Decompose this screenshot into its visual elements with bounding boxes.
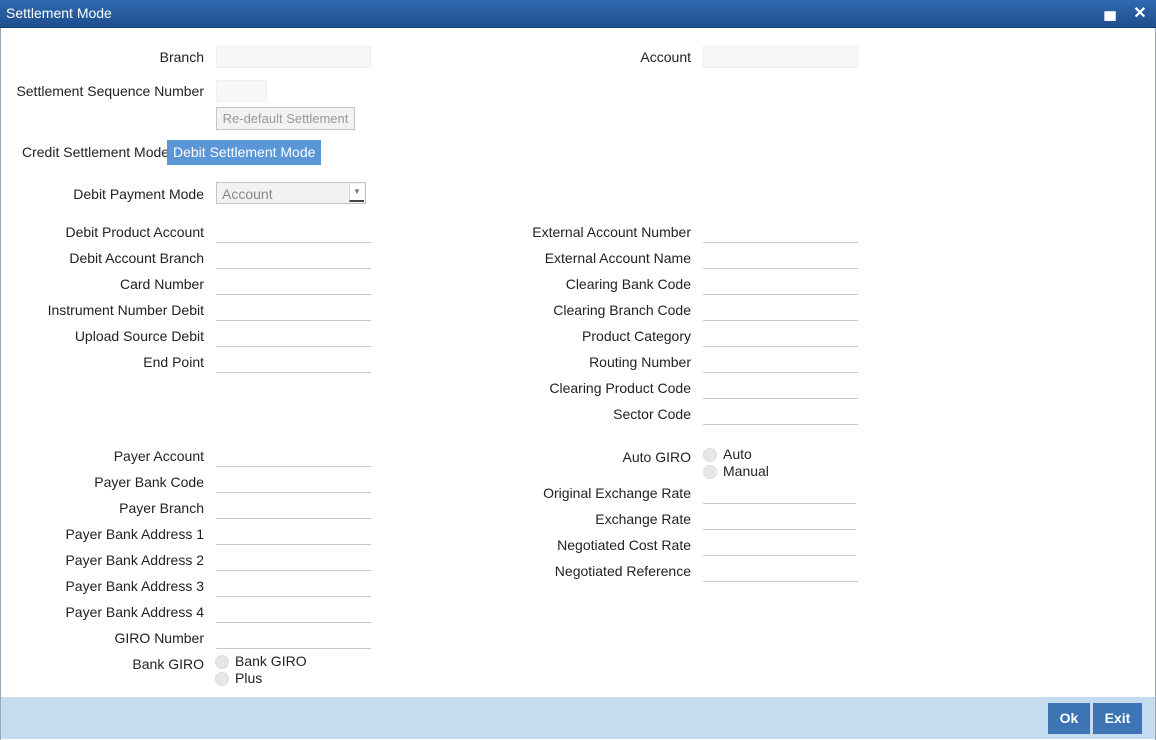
sector-code-label: Sector Code — [613, 406, 691, 422]
payer-account-field[interactable] — [216, 466, 371, 467]
ok-button[interactable]: Ok — [1048, 703, 1090, 734]
redefault-settlement-button[interactable]: Re-default Settlement — [216, 107, 355, 130]
external-account-name-label: External Account Name — [544, 250, 691, 266]
external-account-name-field[interactable] — [703, 268, 858, 269]
close-icon[interactable]: ✕ — [1129, 3, 1151, 23]
payer-bank-address-2-label: Payer Bank Address 2 — [65, 552, 204, 568]
branch-label: Branch — [159, 49, 204, 65]
tab-debit-settlement-mode[interactable]: Debit Settlement Mode — [167, 140, 322, 165]
clearing-bank-code-field[interactable] — [703, 294, 858, 295]
payer-bank-address-1-field[interactable] — [216, 544, 371, 545]
product-category-label: Product Category — [582, 328, 691, 344]
settlement-sequence-field[interactable] — [216, 80, 267, 102]
branch-field[interactable] — [216, 46, 371, 68]
instrument-number-debit-label: Instrument Number Debit — [47, 302, 204, 318]
plus-option-label: Plus — [235, 670, 263, 686]
external-account-number-field[interactable] — [703, 242, 858, 243]
card-number-label: Card Number — [119, 276, 204, 292]
debit-product-account-label: Debit Product Account — [65, 224, 204, 240]
auto-giro-label: Auto GIRO — [622, 449, 691, 465]
debit-product-account-field[interactable] — [216, 242, 371, 243]
account-field[interactable] — [703, 46, 858, 68]
giro-number-field[interactable] — [216, 648, 371, 649]
routing-number-label: Routing Number — [589, 354, 691, 370]
auto-option-label: Auto — [723, 446, 752, 462]
product-category-field[interactable] — [703, 346, 858, 347]
bank-giro-label: Bank GIRO — [132, 656, 204, 672]
clearing-product-code-field[interactable] — [703, 398, 858, 399]
payer-bank-address-2-field[interactable] — [216, 570, 371, 571]
original-exchange-rate-label: Original Exchange Rate — [543, 485, 691, 501]
bank-giro-option-label: Bank GIRO — [235, 653, 307, 669]
debit-payment-mode-label: Debit Payment Mode — [73, 186, 204, 202]
manual-radio[interactable] — [703, 465, 717, 479]
routing-number-field[interactable] — [703, 372, 858, 373]
negotiated-reference-label: Negotiated Reference — [554, 563, 691, 579]
external-account-number-label: External Account Number — [532, 224, 691, 240]
debit-account-branch-label: Debit Account Branch — [69, 250, 204, 266]
payer-bank-address-3-field[interactable] — [216, 596, 371, 597]
payer-bank-address-4-label: Payer Bank Address 4 — [65, 604, 204, 620]
end-point-label: End Point — [143, 354, 204, 370]
instrument-number-debit-field[interactable] — [216, 320, 371, 321]
minimize-icon[interactable]: ▄ — [1099, 3, 1121, 21]
debit-payment-mode-value: Account — [222, 186, 273, 202]
exit-button[interactable]: Exit — [1093, 703, 1142, 734]
clearing-branch-code-label: Clearing Branch Code — [553, 302, 691, 318]
chevron-down-icon[interactable]: ▼ — [349, 184, 364, 202]
auto-radio[interactable] — [703, 448, 717, 462]
negotiated-reference-field[interactable] — [703, 581, 858, 582]
clearing-branch-code-field[interactable] — [703, 320, 858, 321]
card-number-field[interactable] — [216, 294, 371, 295]
payer-bank-address-1-label: Payer Bank Address 1 — [65, 526, 204, 542]
settlement-sequence-label: Settlement Sequence Number — [16, 83, 204, 99]
original-exchange-rate-field[interactable] — [703, 503, 856, 504]
payer-bank-code-field[interactable] — [216, 492, 371, 493]
tab-credit-settlement-mode[interactable]: Credit Settlement Mode — [16, 140, 175, 165]
exchange-rate-label: Exchange Rate — [595, 511, 691, 527]
payer-bank-code-label: Payer Bank Code — [94, 474, 204, 490]
upload-source-debit-field[interactable] — [216, 346, 371, 347]
negotiated-cost-rate-field[interactable] — [703, 555, 856, 556]
giro-number-label: GIRO Number — [114, 630, 204, 646]
clearing-product-code-label: Clearing Product Code — [549, 380, 691, 396]
plus-radio[interactable] — [215, 672, 229, 686]
payer-bank-address-4-field[interactable] — [216, 622, 371, 623]
end-point-field[interactable] — [216, 372, 371, 373]
payer-bank-address-3-label: Payer Bank Address 3 — [65, 578, 204, 594]
sector-code-field[interactable] — [703, 424, 858, 425]
bank-giro-radio[interactable] — [215, 655, 229, 669]
upload-source-debit-label: Upload Source Debit — [74, 328, 204, 344]
payer-branch-field[interactable] — [216, 518, 371, 519]
title-bar: Settlement Mode ▄ ✕ — [0, 0, 1156, 28]
account-label: Account — [640, 49, 691, 65]
payer-account-label: Payer Account — [113, 448, 204, 464]
debit-payment-mode-select[interactable]: Account ▼ — [216, 182, 366, 204]
window-title: Settlement Mode — [6, 5, 112, 21]
exchange-rate-field[interactable] — [703, 529, 856, 530]
debit-account-branch-field[interactable] — [216, 268, 371, 269]
clearing-bank-code-label: Clearing Bank Code — [565, 276, 691, 292]
manual-option-label: Manual — [723, 463, 769, 479]
payer-branch-label: Payer Branch — [119, 500, 204, 516]
negotiated-cost-rate-label: Negotiated Cost Rate — [557, 537, 691, 553]
footer-bar — [1, 697, 1155, 739]
